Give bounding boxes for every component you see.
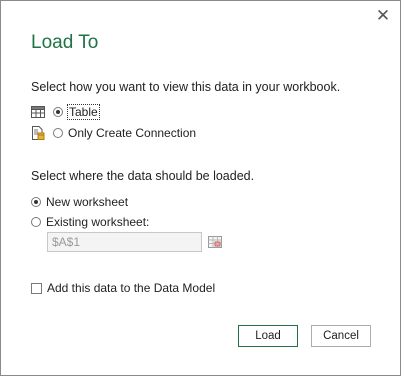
- data-model-option[interactable]: Add this data to the Data Model: [31, 279, 215, 297]
- connection-option-label: Only Create Connection: [68, 126, 197, 140]
- view-option-table[interactable]: Table: [31, 103, 100, 121]
- table-radio[interactable]: [53, 107, 63, 117]
- table-option-label: Table: [67, 104, 100, 120]
- existing-worksheet-label: Existing worksheet:: [46, 215, 150, 229]
- data-model-label: Add this data to the Data Model: [47, 281, 216, 295]
- existing-worksheet-range-input[interactable]: $A$1: [47, 232, 202, 252]
- dialog-title: Load To: [31, 32, 99, 53]
- existing-worksheet-radio[interactable]: [31, 217, 41, 227]
- connection-icon: [32, 126, 45, 140]
- load-button[interactable]: Load: [238, 325, 298, 347]
- new-worksheet-radio[interactable]: [31, 197, 41, 207]
- connection-radio[interactable]: [53, 128, 63, 138]
- location-option-new-worksheet[interactable]: New worksheet: [31, 193, 128, 211]
- close-icon[interactable]: ✕: [373, 6, 393, 26]
- table-icon: [31, 106, 45, 118]
- view-prompt: Select how you want to view this data in…: [31, 80, 341, 94]
- cancel-button[interactable]: Cancel: [311, 325, 371, 347]
- location-option-existing-worksheet[interactable]: Existing worksheet:: [31, 213, 149, 231]
- view-option-connection[interactable]: Only Create Connection: [31, 124, 196, 142]
- load-to-dialog: ✕ Load To Select how you want to view th…: [0, 0, 401, 376]
- range-selector-icon[interactable]: [207, 234, 223, 250]
- data-model-checkbox[interactable]: [31, 282, 42, 294]
- location-prompt: Select where the data should be loaded.: [31, 169, 255, 183]
- new-worksheet-label: New worksheet: [46, 195, 129, 209]
